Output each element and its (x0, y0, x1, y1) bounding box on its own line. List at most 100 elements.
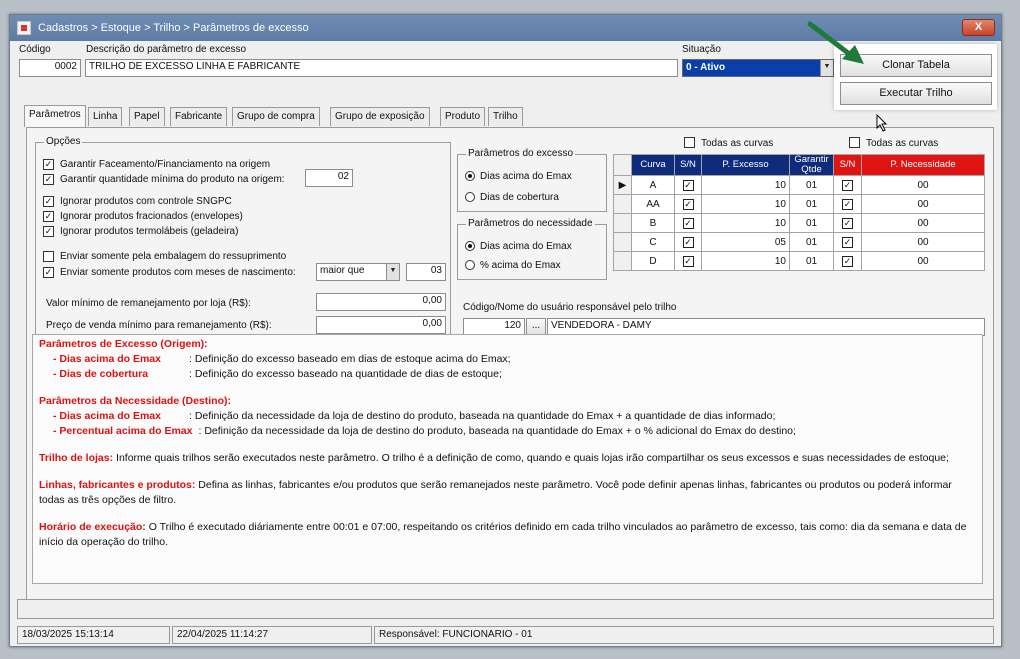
todas-curvas-excesso-label: Todas as curvas (701, 138, 774, 149)
checkbox-icon: ✓ (842, 236, 853, 248)
checkbox-todas-curvas-excesso[interactable] (684, 137, 695, 148)
cell-garantir[interactable]: 01 (789, 175, 834, 195)
cell-garantir[interactable]: 01 (789, 232, 834, 252)
param-necessidade-title: Parâmetros do necessidade (466, 218, 595, 229)
chevron-down-icon: ▼ (386, 264, 399, 280)
cell-curva: C (631, 232, 675, 252)
trilho-desc: Informe quais trilhos serão executados n… (113, 452, 949, 464)
cell-necessidade[interactable]: 00 (861, 175, 985, 195)
descricao-field[interactable]: TRILHO DE EXCESSO LINHA E FABRICANTE (85, 59, 678, 77)
cell-sn2[interactable]: ✓ (833, 194, 862, 214)
cell-necessidade[interactable]: 00 (861, 194, 985, 214)
cell-sn1[interactable]: ✓ (674, 213, 702, 233)
cell-sn2[interactable]: ✓ (833, 251, 862, 271)
row-indicator-icon: ▶ (613, 175, 632, 195)
cell-excesso[interactable]: 10 (701, 194, 790, 214)
checkbox-qtd-minima[interactable]: ✓ (43, 174, 54, 185)
checkbox-icon: ✓ (842, 217, 853, 229)
checkbox-icon: ✓ (682, 236, 694, 248)
linhas-term: Linhas, fabricantes e produtos: (39, 479, 196, 491)
cell-garantir[interactable]: 01 (789, 194, 834, 214)
cell-sn1[interactable]: ✓ (674, 232, 702, 252)
checkbox-faceamento[interactable]: ✓ (43, 159, 54, 170)
cell-necessidade[interactable]: 00 (861, 213, 985, 233)
row-indicator (613, 213, 632, 233)
preco-venda-input[interactable]: 0,00 (316, 316, 446, 334)
close-button[interactable]: X (962, 19, 995, 36)
help-line: - Dias acima do Emax: Definição do exces… (39, 352, 976, 367)
cell-sn1[interactable]: ✓ (674, 194, 702, 214)
cell-excesso[interactable]: 10 (701, 175, 790, 195)
help-line: - Dias de cobertura: Definição do excess… (39, 367, 976, 382)
table-row[interactable]: B ✓ 10 01 ✓ 00 (613, 213, 985, 233)
col-curva: Curva (631, 154, 675, 176)
cell-excesso[interactable]: 05 (701, 232, 790, 252)
cell-garantir[interactable]: 01 (789, 251, 834, 271)
termolabeis-label: Ignorar produtos termolábeis (geladeira) (60, 226, 239, 237)
col-excesso: P. Excesso (701, 154, 790, 176)
checkbox-icon: ✓ (682, 255, 694, 267)
col-garantir: Garantir Qtde (789, 154, 834, 176)
checkbox-todas-curvas-necessidade[interactable] (849, 137, 860, 148)
tab-papel[interactable]: Papel (129, 107, 165, 126)
cell-sn2[interactable]: ✓ (833, 175, 862, 195)
row-indicator (613, 232, 632, 252)
tab-linha[interactable]: Linha (88, 107, 123, 126)
grid-corner (613, 154, 632, 176)
cell-sn2[interactable]: ✓ (833, 232, 862, 252)
radio-excesso-dias-acima[interactable] (465, 171, 475, 181)
cell-excesso[interactable]: 10 (701, 213, 790, 233)
qtd-minima-input[interactable]: 02 (305, 169, 353, 187)
checkbox-sngpc[interactable]: ✓ (43, 196, 54, 207)
horario-term: Horário de execução: (39, 521, 146, 533)
tab-produto[interactable]: Produto (440, 107, 486, 126)
table-row[interactable]: C ✓ 05 01 ✓ 00 (613, 232, 985, 252)
radio-necessidade-dias-acima[interactable] (465, 241, 475, 251)
trilho-term: Trilho de lojas: (39, 452, 114, 464)
table-row[interactable]: ▶ A ✓ 10 01 ✓ 00 (613, 175, 985, 195)
valor-minimo-input[interactable]: 0,00 (316, 293, 446, 311)
tab-parametros[interactable]: Parâmetros (24, 105, 86, 127)
help-desc: : Definição do excesso baseado em dias d… (189, 353, 511, 365)
tab-grupo-exposicao[interactable]: Grupo de exposição (330, 107, 430, 126)
cell-sn2[interactable]: ✓ (833, 213, 862, 233)
mouse-cursor-icon (876, 114, 888, 132)
cell-sn1[interactable]: ✓ (674, 251, 702, 271)
fracionados-label: Ignorar produtos fracionados (envelopes) (60, 211, 243, 222)
cell-curva: AA (631, 194, 675, 214)
embalagem-label: Enviar somente pela embalagem do ressupr… (60, 251, 287, 262)
meses-select-value: maior que (320, 265, 365, 276)
necessidade-dias-acima-label: Dias acima do Emax (480, 241, 572, 252)
opcoes-group: Opções ✓ Garantir Faceamento/Financiamen… (35, 136, 451, 338)
cell-necessidade[interactable]: 00 (861, 251, 985, 271)
tab-trilho[interactable]: Trilho (488, 107, 523, 126)
meses-input[interactable]: 03 (406, 263, 446, 281)
checkbox-icon: ✓ (682, 198, 694, 210)
excesso-heading: Parâmetros de Excesso (Origem): (39, 338, 208, 350)
radio-excesso-cobertura[interactable] (465, 192, 475, 202)
cell-excesso[interactable]: 10 (701, 251, 790, 271)
excesso-dias-acima-label: Dias acima do Emax (480, 171, 572, 182)
col-sn1: S/N (674, 154, 702, 176)
necessidade-heading: Parâmetros da Necessidade (Destino): (39, 395, 231, 407)
cell-necessidade[interactable]: 00 (861, 232, 985, 252)
app-icon (17, 21, 31, 35)
cell-sn1[interactable]: ✓ (674, 175, 702, 195)
tab-grupo-compra[interactable]: Grupo de compra (232, 107, 320, 126)
meses-select[interactable]: maior que ▼ (316, 263, 400, 281)
executar-trilho-button[interactable]: Executar Trilho (840, 82, 992, 105)
col-sn2: S/N (833, 154, 862, 176)
checkbox-meses-nascimento[interactable]: ✓ (43, 267, 54, 278)
table-row[interactable]: D ✓ 10 01 ✓ 00 (613, 251, 985, 271)
tab-fabricante[interactable]: Fabricante (170, 107, 228, 126)
meses-nascimento-label: Enviar somente produtos com meses de nas… (60, 267, 296, 278)
checkbox-fracionados[interactable]: ✓ (43, 211, 54, 222)
cell-garantir[interactable]: 01 (789, 213, 834, 233)
checkbox-embalagem[interactable] (43, 251, 54, 262)
radio-necessidade-percentual[interactable] (465, 260, 475, 270)
table-row[interactable]: AA ✓ 10 01 ✓ 00 (613, 194, 985, 214)
checkbox-icon: ✓ (682, 179, 694, 191)
checkbox-termolabeis[interactable]: ✓ (43, 226, 54, 237)
codigo-field[interactable]: 0002 (19, 59, 81, 77)
cell-curva: A (631, 175, 675, 195)
